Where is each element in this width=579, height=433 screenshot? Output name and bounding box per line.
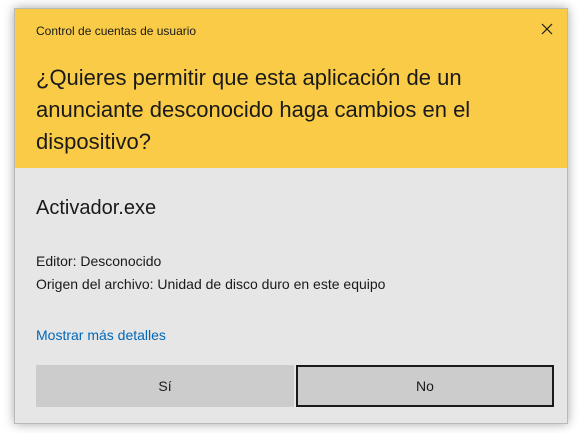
dialog-title: Control de cuentas de usuario: [36, 24, 197, 38]
yes-button[interactable]: Sí: [36, 365, 294, 407]
dialog-header: Control de cuentas de usuario ¿Quieres p…: [15, 9, 567, 168]
show-more-details-link[interactable]: Mostrar más detalles: [36, 327, 166, 343]
file-origin-info: Origen del archivo: Unidad de disco duro…: [36, 276, 386, 292]
publisher-info: Editor: Desconocido: [36, 253, 162, 269]
no-button[interactable]: No: [296, 365, 554, 407]
permission-question: ¿Quieres permitir que esta aplicación de…: [36, 65, 471, 154]
uac-dialog: Control de cuentas de usuario ¿Quieres p…: [14, 8, 568, 424]
close-button[interactable]: [533, 17, 561, 41]
close-icon: [541, 23, 553, 35]
app-name: Activador.exe: [36, 197, 157, 219]
